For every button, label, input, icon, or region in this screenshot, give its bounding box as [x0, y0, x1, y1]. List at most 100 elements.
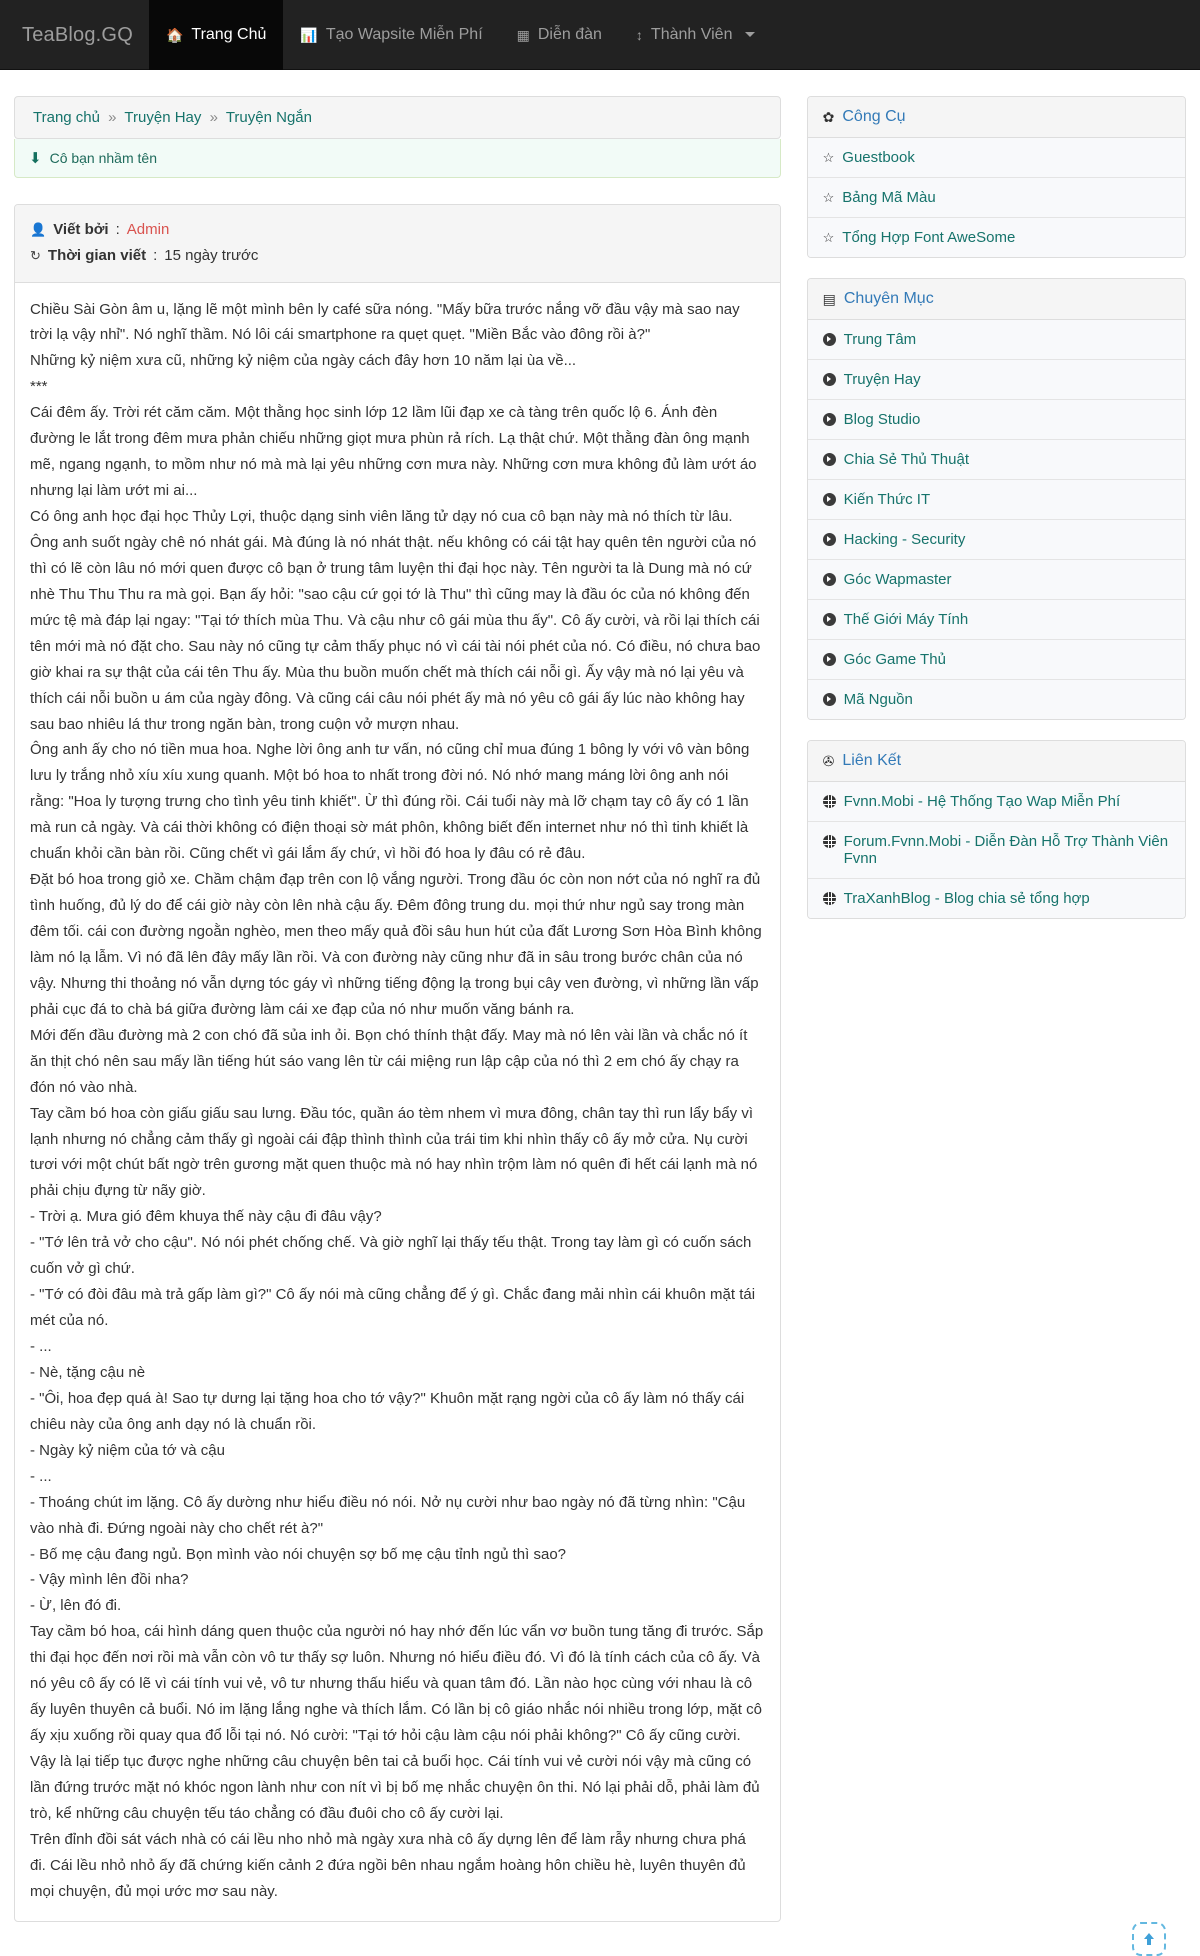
sidebar-item[interactable]: TraXanhBlog - Blog chia sẻ tổng hợp [807, 879, 1185, 918]
scroll-to-top-button[interactable] [1132, 1921, 1166, 1956]
post-paragraph: Ông anh ấy cho nó tiền mua hoa. Nghe lời… [30, 741, 750, 863]
star-icon: ☆ [822, 150, 835, 165]
arrow-up-icon [1144, 1932, 1154, 1945]
post-paragraph: - Bố mẹ cậu đang ngủ. Bọn mình vào nói c… [30, 1545, 567, 1563]
sidebar-panel: ✇ Liên Kết Fvnn.Mobi - Hệ Thống Tạo Wap Mi… [806, 740, 1186, 919]
nav-item-trang-chu[interactable]: 🏠 Trang Chủ [148, 0, 284, 70]
sidebar-item[interactable]: Trung Tâm [807, 320, 1185, 360]
arrow-circle-right-icon [822, 613, 836, 626]
sidebar-panel-heading: ▤ Chuyên Mục [807, 279, 1185, 320]
sidebar-item-label: Trung Tâm [843, 331, 917, 348]
page-wrap: Trang chủ » Truyện Hay » Truyện Ngắn ⬇ C… [0, 70, 1200, 1956]
post-author-label: Viết bởi [53, 221, 109, 238]
arrow-circle-right-icon [822, 693, 836, 706]
user-icon: 👤 [30, 222, 47, 237]
sidebar-item-label: Hacking - Security [843, 531, 966, 548]
site-brand[interactable]: TeaBlog.GQ [22, 0, 149, 70]
sidebar-item-label: Mã Nguồn [843, 691, 913, 708]
main-column: Trang chủ » Truyện Hay » Truyện Ngắn ⬇ C… [14, 96, 795, 1942]
post-paragraph: - Vậy mình lên đồi nha? [30, 1571, 189, 1589]
arrows-vertical-icon: ↕ [635, 26, 643, 43]
sidebar-item-label: Forum.Fvnn.Mobi - Diễn Đàn Hỗ Trợ Thành … [843, 833, 1169, 867]
sidebar-item[interactable]: Truyện Hay [807, 360, 1185, 400]
breadcrumb-separator: » [209, 109, 218, 126]
post-paragraph: Đặt bó hoa trong giỏ xe. Chầm chậm đạp t… [30, 871, 762, 1018]
sidebar-item-label: Blog Studio [843, 411, 921, 428]
sidebar-item-label: Fvnn.Mobi - Hệ Thống Tạo Wap Miễn Phí [843, 793, 1121, 810]
breadcrumb-item-home[interactable]: Trang chủ [33, 109, 100, 126]
breadcrumb: Trang chủ » Truyện Hay » Truyện Ngắn [14, 96, 781, 139]
sidebar-item[interactable]: Hacking - Security [807, 520, 1185, 560]
sidebar-list: Fvnn.Mobi - Hệ Thống Tạo Wap Miễn Phí For… [807, 782, 1185, 918]
post-paragraph: - Ngày kỷ niệm của tớ và cậu [30, 1441, 225, 1459]
sidebar-item[interactable]: Forum.Fvnn.Mobi - Diễn Đàn Hỗ Trợ Thành … [807, 822, 1185, 879]
sidebar-item[interactable]: Kiến Thức IT [807, 480, 1185, 520]
post-paragraph: - "Ôi, hoa đẹp quá à! Sao tự dưng lại tặ… [30, 1389, 745, 1433]
post-paragraph: Tay cầm bó hoa còn giấu giấu sau lưng. Đ… [30, 1104, 758, 1200]
breadcrumb-item-truyen-ngan[interactable]: Truyện Ngắn [226, 109, 312, 126]
nav-item-tao-wapsite[interactable]: 📊 Tạo Wapsite Miễn Phí [283, 0, 499, 70]
nav-item-label: Trang Chủ [191, 25, 267, 43]
post-paragraph: Trên đỉnh đồi sát vách nhà có cái lều nh… [30, 1830, 746, 1900]
globe-icon [822, 892, 836, 905]
post-paragraph: - ... [30, 1467, 52, 1485]
post-paragraph: - Thoáng chút im lặng. Cô ấy dường như h… [30, 1493, 746, 1537]
post-paragraph: - "Tớ có đòi đâu mà trả gấp làm gì?" Cô … [30, 1286, 756, 1330]
post-paragraph: Chiều Sài Gòn âm u, lặng lẽ một mình bên… [30, 300, 740, 344]
sidebar-list: ☆ Guestbook ☆ Bảng Mã Màu ☆ Tổng Hợp Font Awe… [807, 138, 1185, 257]
gear-icon: ✿ [822, 108, 835, 125]
post-paragraph: - Ừ, lên đó đi. [30, 1597, 122, 1615]
post-author-name[interactable]: Admin [127, 217, 170, 243]
globe-icon [822, 835, 836, 848]
sidebar-panel-heading: ✇ Liên Kết [807, 741, 1185, 782]
sidebar-item-label: Guestbook [842, 149, 915, 166]
post-time-value: 15 ngày trước [164, 247, 259, 265]
post-paragraph: Những kỷ niệm xưa cũ, những kỷ niệm của … [30, 352, 577, 370]
sidebar-panel-title: Liên Kết [842, 752, 902, 769]
sidebar-item-label: Chia Sẻ Thủ Thuật [843, 451, 970, 468]
sidebar: ✿ Công Cụ ☆ Guestbook ☆ Bảng Mã Màu ☆ Tổng Hợp … [795, 96, 1186, 939]
post-time-row: ↻ Thời gian viết: 15 ngày trước [30, 243, 765, 269]
nav-item-thanh-vien[interactable]: ↕ Thành Viên [619, 0, 773, 70]
post-paragraph: - ... [30, 1338, 52, 1355]
bar-chart-icon: 📊 [300, 26, 318, 43]
arrow-circle-right-icon [822, 333, 836, 346]
sidebar-panel-heading: ✿ Công Cụ [807, 97, 1185, 138]
sidebar-item[interactable]: Góc Wapmaster [807, 560, 1185, 600]
post-paragraph: *** [30, 378, 48, 396]
sidebar-item[interactable]: ☆ Guestbook [807, 138, 1185, 178]
post-paragraph: - Trời ạ. Mưa gió đêm khuya thế này cậu … [30, 1208, 382, 1226]
sidebar-panel: ▤ Chuyên Mục Trung Tâm Truyện Hay Blog Studi… [806, 278, 1186, 720]
sidebar-item[interactable]: ☆ Bảng Mã Màu [807, 178, 1185, 218]
breadcrumb-separator: » [108, 109, 117, 126]
list-alt-icon: ▤ [822, 290, 836, 307]
top-navbar: TeaBlog.GQ 🏠 Trang Chủ 📊 Tạo Wapsite Miễ… [0, 0, 1200, 70]
home-icon: 🏠 [165, 26, 184, 43]
post-paragraph: Tay cầm bó hoa, cái hình dáng quen thuộc… [30, 1623, 764, 1822]
breadcrumb-item-truyen-hay[interactable]: Truyện Hay [124, 109, 201, 126]
sidebar-item[interactable]: Blog Studio [807, 400, 1185, 440]
sidebar-item[interactable]: ☆ Tổng Hợp Font AweSome [807, 218, 1185, 257]
sidebar-item[interactable]: Thế Giới Máy Tính [807, 600, 1185, 640]
sidebar-item[interactable]: Góc Game Thủ [807, 640, 1185, 680]
table-icon: ▦ [516, 26, 530, 43]
post-meta: 👤 Viết bởi: Admin ↻ Thời gian viết: 15 n… [15, 205, 780, 283]
sidebar-list: Trung Tâm Truyện Hay Blog Studio Chia Sẻ Th… [807, 320, 1185, 719]
arrow-circle-right-icon [822, 533, 836, 546]
arrow-circle-right-icon [822, 653, 836, 666]
arrow-circle-right-icon [822, 493, 836, 506]
arrow-circle-right-icon [822, 413, 836, 426]
nav-item-dien-dan[interactable]: ▦ Diễn đàn [500, 0, 619, 70]
post-paragraph: Có ông anh học đại học Thủy Lợi, thuộc d… [30, 508, 733, 525]
sidebar-item-label: Bảng Mã Màu [842, 189, 936, 206]
sidebar-item-label: Góc Wapmaster [843, 571, 952, 588]
page-title: Cô bạn nhầm tên [49, 150, 157, 166]
sidebar-item[interactable]: Chia Sẻ Thủ Thuật [807, 440, 1185, 480]
sidebar-item-label: TraXanhBlog - Blog chia sẻ tổng hợp [843, 890, 1090, 907]
nav-item-label: Thành Viên [650, 25, 733, 43]
arrow-circle-right-icon [822, 373, 836, 386]
post-time-label: Thời gian viết [47, 247, 147, 265]
sidebar-item[interactable]: Mã Nguồn [807, 680, 1185, 719]
nav-item-label: Diễn đàn [537, 25, 602, 43]
sidebar-item[interactable]: Fvnn.Mobi - Hệ Thống Tạo Wap Miễn Phí [807, 782, 1185, 822]
